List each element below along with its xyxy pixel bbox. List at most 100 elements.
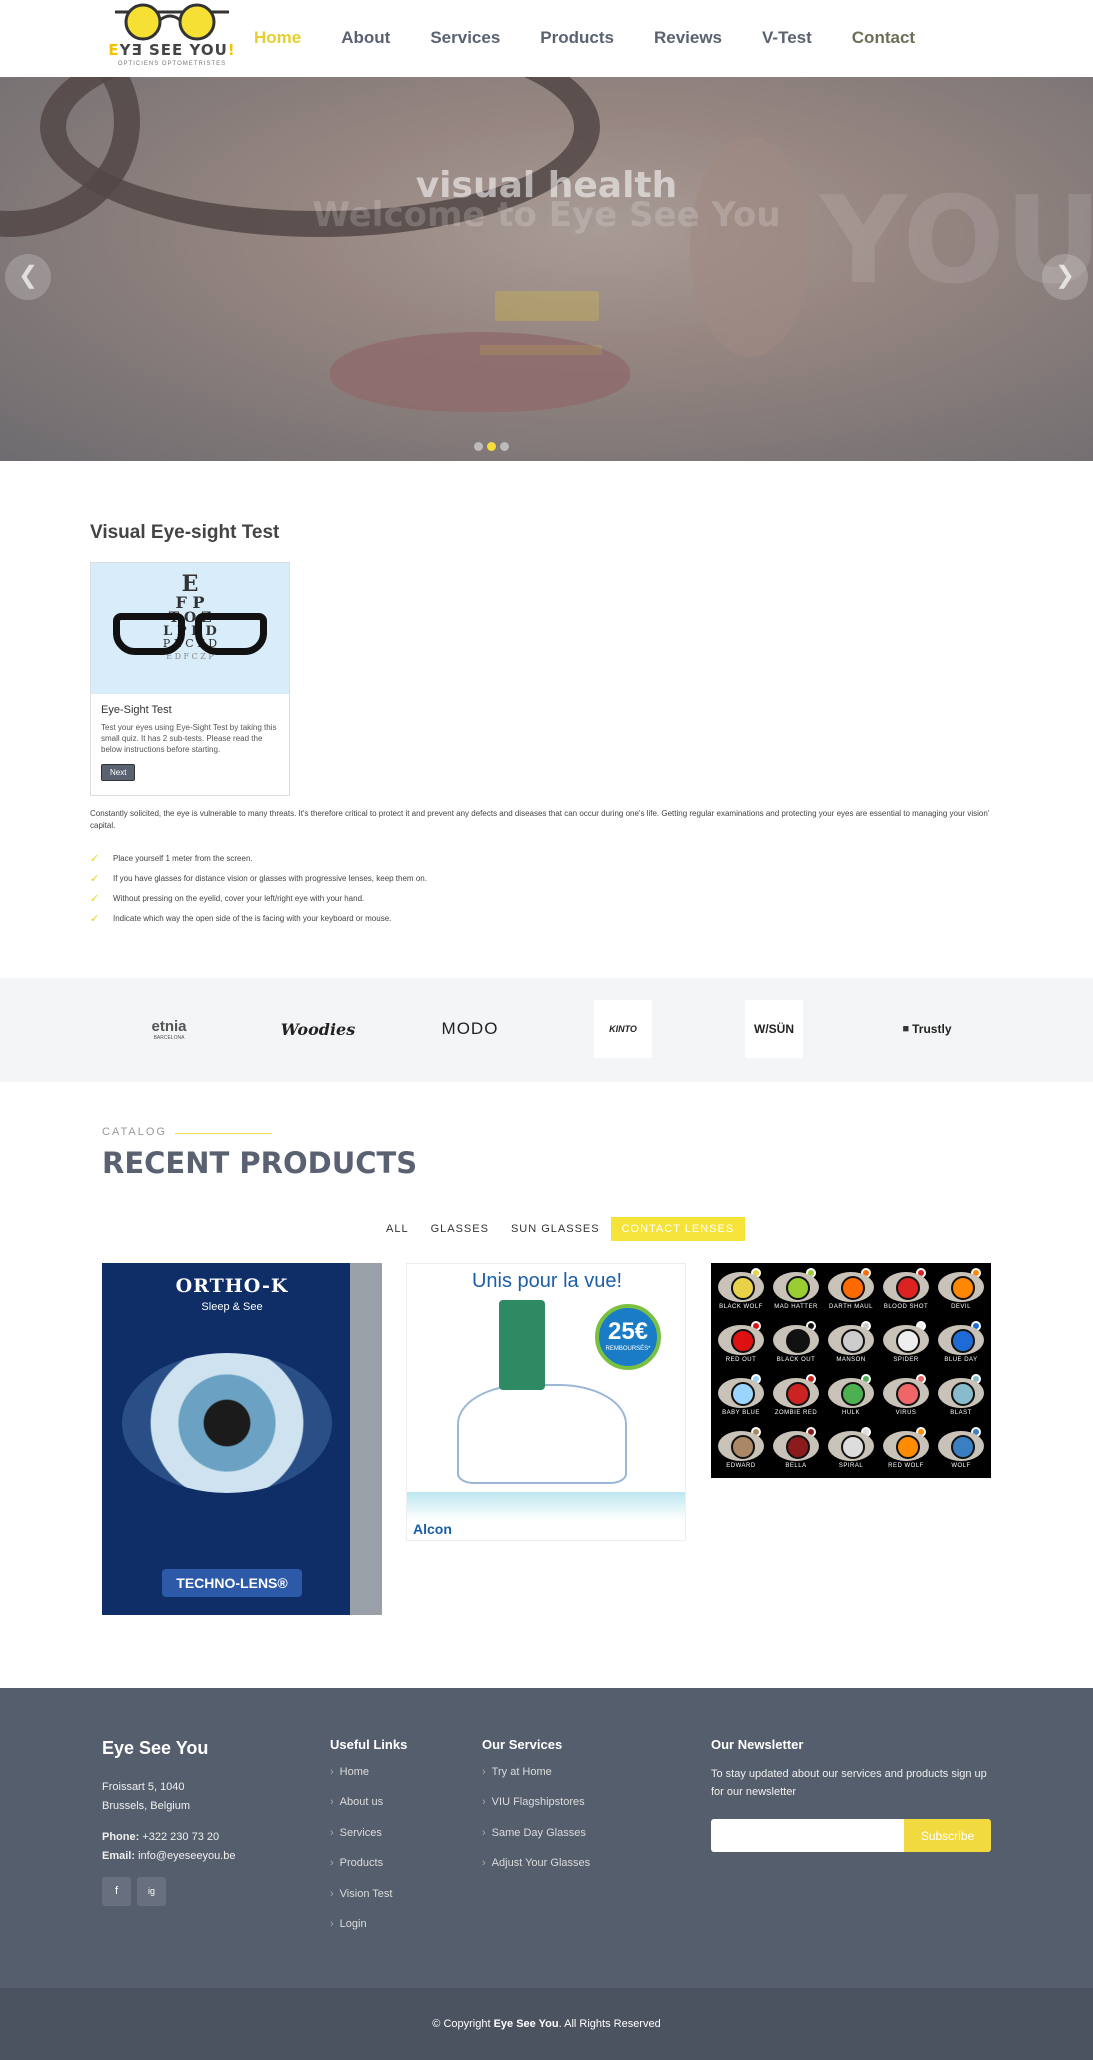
brand-wsun[interactable]: W/SÜN — [745, 1000, 803, 1058]
chevron-right-icon: › — [330, 1826, 334, 1839]
lens-name: SPIDER — [893, 1357, 919, 1363]
eyetest-intro: Constantly solicited, the eye is vulnera… — [90, 809, 990, 830]
lens-name: BLOOD SHOT — [883, 1304, 929, 1310]
brand-logos: etnia BARCELONA Woodies MODO KINTO W/SÜN… — [0, 978, 1093, 1082]
footer-link-products[interactable]: › Products — [330, 1857, 407, 1887]
service-try-at-home[interactable]: › Try at Home — [482, 1766, 590, 1796]
chevron-right-icon: › — [482, 1857, 486, 1870]
lens-swatch: SPIDER — [880, 1319, 932, 1369]
slider-dot[interactable] — [474, 442, 483, 451]
lens-swatch: BLOOD SHOT — [880, 1266, 932, 1316]
brand-modo[interactable]: MODO — [430, 1000, 510, 1058]
email[interactable]: info@eyeseeyou.be — [138, 1850, 235, 1862]
glasses-lens-right — [195, 613, 267, 655]
slider-dot-active[interactable] — [487, 442, 496, 451]
product-title: ORTHO-K — [175, 1275, 289, 1297]
eyetest-steps: ✓ Place yourself 1 meter from the screen.… — [90, 848, 427, 928]
newsletter-text: To stay updated about our services and p… — [711, 1768, 987, 1798]
service-same-day[interactable]: › Same Day Glasses — [482, 1827, 590, 1857]
eye-icon — [773, 1325, 819, 1355]
nav-home[interactable]: Home — [254, 28, 301, 48]
header: EYƎ SEE YOU! OPTICIENS OPTOMETRISTES Hom… — [0, 0, 1093, 77]
filter-glasses[interactable]: GLASSES — [420, 1217, 500, 1241]
logo[interactable]: EYƎ SEE YOU! OPTICIENS OPTOMETRISTES — [105, 0, 235, 75]
step-item: ✓ Indicate which way the open side of the… — [90, 912, 392, 925]
filter-contact-lenses[interactable]: CONTACT LENSES — [610, 1217, 746, 1241]
newsletter-email-input[interactable] — [711, 1819, 904, 1853]
nav-services[interactable]: Services — [430, 28, 500, 48]
service-adjust[interactable]: › Adjust Your Glasses — [482, 1857, 590, 1887]
brand-kinto[interactable]: KINTO — [594, 1000, 652, 1058]
check-icon: ✓ — [90, 892, 100, 905]
lens-swatch: EDWARD — [715, 1425, 767, 1475]
eye-icon — [773, 1378, 819, 1408]
lens-name: BLACK OUT — [776, 1357, 816, 1363]
instagram-icon[interactable]: ig — [137, 1877, 166, 1906]
lens-swatch: ZOMBIE RED — [770, 1372, 822, 1422]
water-wave — [407, 1492, 685, 1520]
check-icon: ✓ — [90, 872, 100, 885]
eyetest-card-image: E F P T O Z L P E D P E C F D E D F C Z … — [91, 563, 289, 694]
nav-products[interactable]: Products — [540, 28, 614, 48]
product-ortho-k[interactable]: ORTHO-K Sleep & See TECHNO-LENS® — [102, 1263, 382, 1615]
nav-vtest[interactable]: V-Test — [762, 28, 812, 48]
footer-link-about[interactable]: › About us — [330, 1796, 407, 1826]
lens-name: ZOMBIE RED — [774, 1410, 818, 1416]
eye-icon — [718, 1378, 764, 1408]
lens-name: WOLF — [951, 1463, 971, 1469]
brand-etnia[interactable]: etnia BARCELONA — [129, 1000, 209, 1058]
hero-button[interactable] — [495, 291, 599, 321]
our-services: Our Services › Try at Home › VIU Flagships… — [482, 1737, 590, 1888]
slider-dot[interactable] — [500, 442, 509, 451]
nav-reviews[interactable]: Reviews — [654, 28, 722, 48]
step-item: ✓ Place yourself 1 meter from the screen. — [90, 852, 253, 865]
chevron-right-icon: › — [330, 1796, 334, 1809]
eye-icon — [718, 1272, 764, 1302]
phone[interactable]: +322 230 73 20 — [142, 1831, 219, 1843]
hero-underline — [480, 345, 602, 355]
footer-link-vision-test[interactable]: › Vision Test — [330, 1888, 407, 1918]
slider-next-button[interactable]: ❯ — [1042, 254, 1088, 300]
eyetest-card-text: Test your eyes using Eye-Sight Test by t… — [101, 723, 277, 755]
eye-icon — [938, 1378, 984, 1408]
slider-prev-button[interactable]: ❮ — [5, 254, 51, 300]
lens-name: MANSON — [836, 1357, 866, 1363]
eye-icon — [828, 1325, 874, 1355]
lens-swatch: MANSON — [825, 1319, 877, 1369]
eye-icon — [718, 1431, 764, 1461]
bottle-illustration — [499, 1300, 545, 1390]
next-button[interactable]: Next — [101, 763, 136, 781]
lens-name: BLACK WOLF — [719, 1304, 763, 1310]
logo-subtitle: OPTICIENS OPTOMETRISTES — [117, 61, 227, 67]
footer-link-services[interactable]: › Services — [330, 1827, 407, 1857]
product-alcon[interactable]: Unis pour la vue! 25€ REMBOURSÉS* Alcon — [406, 1263, 686, 1541]
eye-icon — [773, 1272, 819, 1302]
slider-dots — [474, 442, 509, 451]
footer-link-home[interactable]: › Home — [330, 1766, 407, 1796]
product-tag: TECHNO-LENS® — [162, 1569, 302, 1597]
glasses-lens-left — [113, 613, 185, 655]
lens-name: BABY BLUE — [722, 1410, 760, 1416]
brand-woodies[interactable]: Woodies — [278, 1000, 358, 1058]
footer-link-login[interactable]: › Login — [330, 1918, 407, 1948]
lens-swatch: BLACK OUT — [770, 1319, 822, 1369]
filter-all[interactable]: ALL — [375, 1217, 420, 1241]
eye-icon — [883, 1272, 929, 1302]
service-flagshipstores[interactable]: › VIU Flagshipstores — [482, 1796, 590, 1826]
eye-chart-row: E D F C Z P — [166, 652, 214, 661]
useful-links: Useful Links › Home › About us › Services ›… — [330, 1737, 407, 1948]
filter-sun-glasses[interactable]: SUN GLASSES — [500, 1217, 611, 1241]
brand-trustly[interactable]: ■ Trustly — [887, 1000, 967, 1058]
facebook-icon[interactable]: f — [102, 1877, 131, 1906]
nav-about[interactable]: About — [341, 28, 390, 48]
product-color-lenses[interactable]: BLACK WOLF MAD HATTER DARTH MAUL BLOOD SHOT… — [711, 1263, 991, 1478]
newsletter: Our Newsletter To stay updated about our… — [711, 1737, 991, 1853]
subscribe-button[interactable]: Subscribe — [904, 1819, 991, 1853]
footer-contact: Phone: +322 230 73 20 Email: info@eyesee… — [102, 1831, 236, 1863]
lens-swatch: HULK — [825, 1372, 877, 1422]
chevron-right-icon: › — [330, 1766, 334, 1778]
eye-icon — [883, 1378, 929, 1408]
discount-badge: 25€ REMBOURSÉS* — [595, 1304, 661, 1370]
nav-contact[interactable]: Contact — [852, 28, 915, 48]
eye-icon — [828, 1378, 874, 1408]
